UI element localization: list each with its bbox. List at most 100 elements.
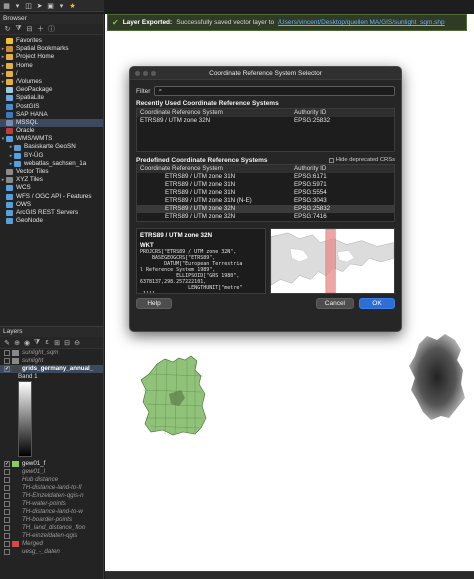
layer-item[interactable]: gew01_l	[0, 468, 103, 476]
expand-icon[interactable]: ⊞	[53, 339, 61, 347]
remove-icon[interactable]: ⊖	[73, 339, 81, 347]
add-icon[interactable]: ＋	[36, 24, 45, 34]
browser-item[interactable]: ▸ BY-ÜG	[0, 152, 103, 160]
eye-icon[interactable]: ◉	[23, 339, 31, 347]
browser-item[interactable]: PostGIS	[0, 103, 103, 111]
ok-button[interactable]: OK	[359, 298, 395, 309]
browser-item[interactable]: ▸ Project Home	[0, 53, 103, 61]
layer-item[interactable]: TH-Einzeldaten-qgis-n	[0, 492, 103, 500]
wfs-icon	[6, 193, 13, 200]
browser-item[interactable]: ▸/Volumes	[0, 78, 103, 86]
layer-visibility-checkbox[interactable]	[4, 525, 10, 531]
browser-item[interactable]: ▾ WMS/WMTS	[0, 135, 103, 143]
table-row[interactable]: ETRS89 / UTM zone 31N EPSG:5971	[137, 181, 394, 189]
browser-item[interactable]: MSSQL	[0, 118, 103, 128]
cancel-button[interactable]: Cancel	[315, 298, 354, 309]
browser-item[interactable]: OWS	[0, 201, 103, 209]
collapse-icon[interactable]: ⊟	[63, 339, 71, 347]
lock-icon[interactable]: ▣	[46, 1, 55, 10]
browser-item[interactable]: GeoNode	[0, 217, 103, 225]
browser-item[interactable]: ▸ XYZ Tiles	[0, 176, 103, 184]
table-row[interactable]: ETRS89 / UTM zone 31N EPSG:5554	[137, 189, 394, 197]
layer-visibility-checkbox[interactable]	[4, 541, 10, 547]
browser-item[interactable]: Oracle	[0, 127, 103, 135]
layer-item[interactable]: uesg_-_daten	[0, 548, 103, 556]
layer-visibility-checkbox[interactable]	[4, 469, 10, 475]
layer-item[interactable]: TH-distance-land-to-w	[0, 508, 103, 516]
dropdown-icon[interactable]: ▾	[57, 1, 66, 10]
layer-label: sunlight_sqm	[22, 349, 59, 356]
table-row[interactable]: ETRS89 / UTM zone 32N EPSG:25832	[137, 117, 394, 125]
layer-visibility-checkbox[interactable]	[4, 533, 10, 539]
browser-item[interactable]: SpatiaLite	[0, 94, 103, 102]
layer-item[interactable]: sunlight	[0, 357, 103, 365]
star-icon[interactable]: ★	[68, 1, 77, 10]
browser-item[interactable]: ▸ webatlas_sachsen_1a	[0, 160, 103, 168]
layers-icon[interactable]: ◫	[24, 1, 33, 10]
arrow-icon[interactable]: ▾	[13, 1, 22, 10]
layer-visibility-checkbox[interactable]	[4, 493, 10, 499]
table-row[interactable]: ETRS89 / UTM zone 31N EPSG:6171	[137, 173, 394, 181]
layer-visibility-checkbox[interactable]: ✓	[4, 461, 10, 467]
layer-item[interactable]: ✓ gew01_f	[0, 460, 103, 468]
column-authority[interactable]: Authority ID	[291, 109, 394, 117]
browser-item[interactable]: WFS / OGC API - Features	[0, 193, 103, 201]
layer-visibility-checkbox[interactable]	[4, 549, 10, 555]
layer-item[interactable]: TH_land_distance_floo	[0, 524, 103, 532]
layer-visibility-checkbox[interactable]	[4, 485, 10, 491]
layer-visibility-checkbox[interactable]	[4, 358, 10, 364]
message-link[interactable]: /Users/vincent/Desktop/quellen MA/GIS/su…	[278, 19, 445, 26]
browser-item-label: ArcGIS REST Servers	[16, 208, 79, 216]
layer-visibility-checkbox[interactable]	[4, 477, 10, 483]
browser-item[interactable]: Favorites	[0, 37, 103, 45]
layer-item[interactable]: sunlight_sqm	[0, 349, 103, 357]
layer-item[interactable]: TH-water-points	[0, 500, 103, 508]
layer-label: gew01_f	[22, 460, 46, 467]
help-button[interactable]: Help	[136, 298, 172, 309]
column-crs[interactable]: Coordinate Reference System	[137, 165, 291, 173]
browser-item[interactable]: GeoPackage	[0, 86, 103, 94]
browser-item[interactable]: ▸ Basiskarte GeoSN	[0, 143, 103, 151]
geonode-icon	[6, 218, 13, 225]
browser-item[interactable]: ArcGIS REST Servers	[0, 209, 103, 217]
browser-item[interactable]: ▸ /	[0, 70, 103, 78]
browser-toolbar: ↻ ⧩ ⊟ ＋ ⓘ	[0, 24, 103, 35]
add-group-icon[interactable]: ⊕	[13, 339, 21, 347]
cursor-icon[interactable]: ➤	[35, 1, 44, 10]
layer-visibility-checkbox[interactable]	[4, 517, 10, 523]
layer-item[interactable]: TH-distance-land-to-fl	[0, 484, 103, 492]
hide-deprecated-toggle[interactable]: Hide deprecated CRSs	[328, 157, 395, 163]
table-row[interactable]: ETRS89 / UTM zone 32N EPSG:7416	[137, 213, 394, 221]
layer-visibility-checkbox[interactable]	[4, 509, 10, 515]
crs-extent-preview	[270, 228, 395, 294]
wcs-icon	[6, 185, 13, 192]
expression-icon[interactable]: ε	[43, 339, 51, 346]
filter-input[interactable]: ⌕	[154, 86, 395, 96]
layer-visibility-checkbox[interactable]	[4, 350, 10, 356]
layer-visibility-checkbox[interactable]: ✓	[4, 366, 10, 372]
filter-icon[interactable]: ⧩	[14, 25, 23, 33]
layer-item[interactable]: Merged	[0, 540, 103, 548]
info-icon[interactable]: ⓘ	[47, 24, 56, 34]
table-row[interactable]: ETRS89 / UTM zone 31N (N-E) EPSG:3043	[137, 197, 394, 205]
browser-item[interactable]: Vector Tiles	[0, 168, 103, 176]
grid-icon[interactable]: ▦	[2, 1, 11, 10]
browser-item[interactable]: ▸ Spatial Bookmarks	[0, 45, 103, 53]
table-row[interactable]: ETRS89 / UTM zone 32N EPSG:25832	[137, 205, 394, 213]
column-crs[interactable]: Coordinate Reference System	[137, 109, 291, 117]
layer-visibility-checkbox[interactable]	[4, 501, 10, 507]
layer-item[interactable]: TH-einzeldaten-qgis	[0, 532, 103, 540]
filter-icon[interactable]: ⧩	[33, 339, 41, 347]
collapse-icon[interactable]: ⊟	[25, 25, 34, 33]
browser-item[interactable]: SAP HANA	[0, 111, 103, 119]
browser-item[interactable]: WCS	[0, 184, 103, 192]
style-icon[interactable]: ✎	[3, 339, 11, 347]
browser-item[interactable]: ▸ Home	[0, 62, 103, 70]
hide-deprecated-checkbox[interactable]	[328, 157, 334, 163]
layer-item[interactable]: ✓ grids_germany_annual_	[0, 365, 103, 373]
layers-panel: Layers ✎ ⊕ ◉ ⧩ ε ⊞ ⊟ ⊖ sunlight_sqm sunli…	[0, 326, 104, 579]
layer-item[interactable]: TH-boarder-points	[0, 516, 103, 524]
column-authority[interactable]: Authority ID	[291, 165, 394, 173]
layer-item[interactable]: Hub distance	[0, 476, 103, 484]
refresh-icon[interactable]: ↻	[3, 25, 12, 33]
